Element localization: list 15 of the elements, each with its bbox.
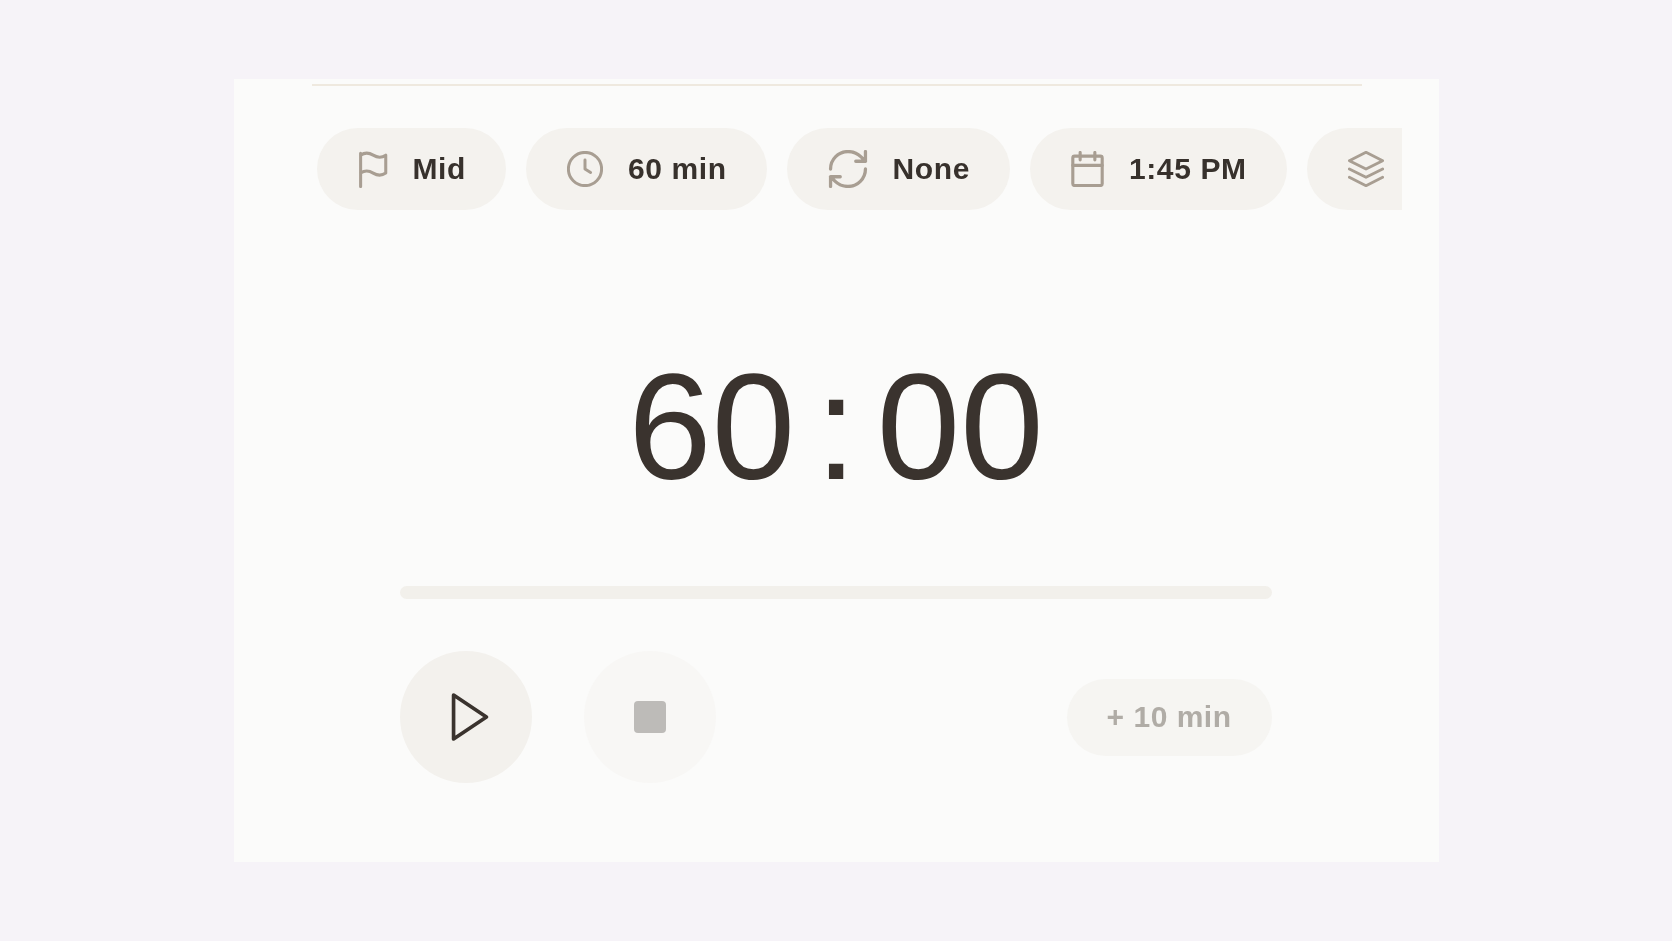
option-chip[interactable]: Mid — [316, 128, 506, 210]
calendar-icon — [1071, 151, 1104, 187]
play-icon — [450, 693, 489, 741]
timer-minutes: 60 — [628, 352, 796, 502]
flag-icon — [357, 150, 388, 188]
stop-icon — [633, 701, 666, 733]
option-chip[interactable]: 60 min — [525, 128, 767, 210]
timer-separator: : — [815, 352, 857, 502]
clock-icon — [566, 151, 603, 187]
layers-icon — [1347, 151, 1384, 187]
option-chip[interactable] — [1306, 128, 1402, 210]
option-chip[interactable]: 1:45 PM — [1030, 128, 1287, 210]
option-chip[interactable]: None — [786, 128, 1010, 210]
refresh-icon — [827, 150, 868, 188]
timer-seconds: 00 — [876, 352, 1044, 502]
